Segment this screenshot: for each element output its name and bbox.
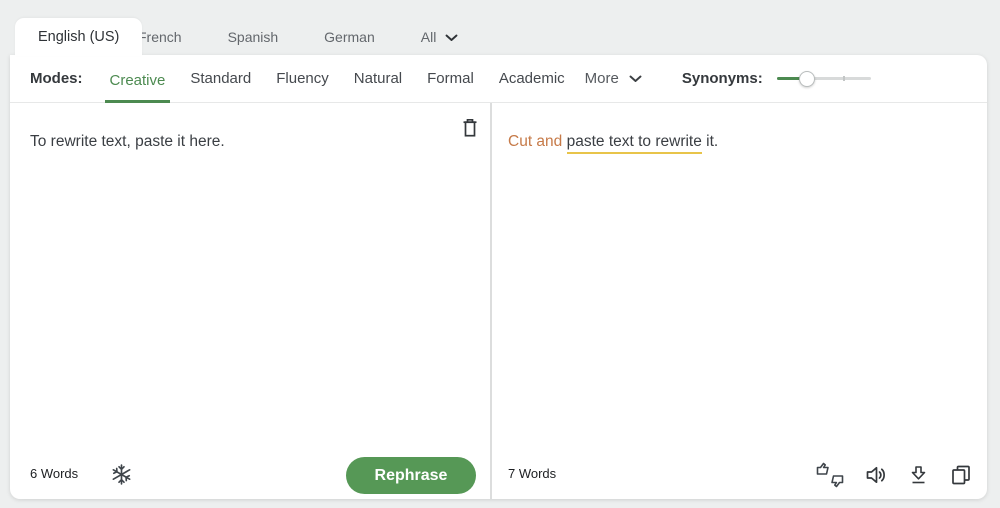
mode-standard[interactable]: Standard (185, 55, 256, 103)
output-word-count: 7 Words (508, 466, 556, 481)
snowflake-icon (109, 462, 134, 487)
modes-label: Modes: (30, 70, 83, 87)
input-word-count: 6 Words (30, 466, 78, 481)
feedback-button[interactable] (813, 459, 847, 491)
speaker-icon (865, 464, 888, 486)
thumbs-up-down-icon (815, 461, 845, 489)
tab-german[interactable]: German (316, 23, 383, 51)
chevron-down-icon (629, 75, 642, 83)
synonyms-label: Synonyms: (682, 70, 763, 87)
read-aloud-button[interactable] (863, 462, 890, 488)
rephrase-button[interactable]: Rephrase (346, 457, 476, 494)
copy-button[interactable] (947, 461, 975, 489)
trash-icon (460, 117, 480, 139)
quillbot-paraphraser-app: { "language_tabs": { "active": "English … (0, 0, 1000, 508)
tab-english-us[interactable]: English (US) (15, 18, 142, 56)
mode-creative[interactable]: Creative (105, 55, 171, 103)
output-segment-plain[interactable]: it. (702, 133, 718, 150)
synonyms-slider-tick (843, 76, 845, 81)
synonyms-slider[interactable] (777, 70, 871, 88)
tab-english-us-label: English (US) (38, 29, 119, 45)
download-icon (908, 464, 929, 486)
language-tab-row: French Spanish German All (130, 18, 466, 55)
clear-text-button[interactable] (458, 115, 482, 141)
mode-natural[interactable]: Natural (349, 55, 407, 103)
mode-formal[interactable]: Formal (422, 55, 479, 103)
mode-fluency[interactable]: Fluency (271, 55, 334, 103)
editor-panels: To rewrite text, paste it here. 6 Words (10, 103, 987, 499)
output-panel[interactable]: Cut and paste text to rewrite it. 7 Word… (492, 103, 987, 499)
synonyms-slider-thumb[interactable] (799, 71, 815, 87)
input-text[interactable]: To rewrite text, paste it here. (30, 131, 442, 153)
output-segment-underlined[interactable]: paste text to rewrite (567, 133, 702, 154)
copy-icon (949, 463, 973, 487)
modes-bar: Modes: Creative Standard Fluency Natural… (10, 55, 987, 103)
paraphraser-card: Modes: Creative Standard Fluency Natural… (10, 55, 987, 499)
tab-all-languages[interactable]: All (413, 23, 467, 51)
mode-more-dropdown[interactable]: More (585, 55, 642, 103)
download-button[interactable] (906, 462, 931, 488)
output-segment-changed[interactable]: Cut and (508, 133, 567, 150)
mode-academic[interactable]: Academic (494, 55, 570, 103)
chevron-down-icon (445, 34, 458, 42)
tab-spanish[interactable]: Spanish (220, 23, 287, 51)
input-panel[interactable]: To rewrite text, paste it here. 6 Words (10, 103, 490, 499)
language-tab-bar: English (US) French Spanish German All (0, 0, 1000, 55)
output-text[interactable]: Cut and paste text to rewrite it. (508, 131, 957, 153)
output-actions (813, 459, 975, 491)
freeze-words-button[interactable] (107, 460, 136, 489)
